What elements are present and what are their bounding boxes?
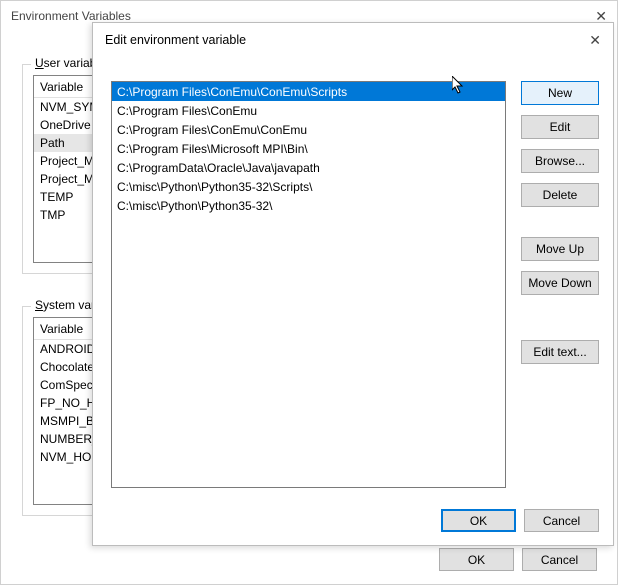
side-buttons: New Edit Browse... Delete Move Up Move D… [521,81,599,364]
browse-button[interactable]: Browse... [521,149,599,173]
list-item[interactable]: C:\Program Files\ConEmu\ConEmu [112,120,505,139]
delete-button[interactable]: Delete [521,183,599,207]
path-entries-list[interactable]: C:\Program Files\ConEmu\ConEmu\ScriptsC:… [111,81,506,488]
list-item[interactable]: C:\ProgramData\Oracle\Java\javapath [112,158,505,177]
edit-environment-variable-dialog: Edit environment variable ✕ C:\Program F… [92,22,614,546]
edit-text-button[interactable]: Edit text... [521,340,599,364]
col-variable[interactable]: Variable [34,80,89,94]
front-title: Edit environment variable [105,33,246,47]
move-down-button[interactable]: Move Down [521,271,599,295]
edit-button[interactable]: Edit [521,115,599,139]
list-item[interactable]: C:\Program Files\Microsoft MPI\Bin\ [112,139,505,158]
list-item[interactable]: C:\Program Files\ConEmu\ConEmu\Scripts [112,82,505,101]
list-item[interactable]: C:\Program Files\ConEmu [112,101,505,120]
new-button[interactable]: New [521,81,599,105]
front-titlebar: Edit environment variable ✕ [93,23,613,57]
cancel-button[interactable]: Cancel [524,509,599,532]
col-variable[interactable]: Variable [34,322,89,336]
list-item[interactable]: C:\misc\Python\Python35-32\ [112,196,505,215]
move-up-button[interactable]: Move Up [521,237,599,261]
back-dialog-buttons: OK Cancel [439,548,597,571]
cancel-button[interactable]: Cancel [522,548,597,571]
close-icon[interactable]: ✕ [589,32,601,49]
list-item[interactable]: C:\misc\Python\Python35-32\Scripts\ [112,177,505,196]
ok-button[interactable]: OK [441,509,516,532]
ok-button[interactable]: OK [439,548,514,571]
back-title: Environment Variables [11,9,131,23]
front-dialog-buttons: OK Cancel [441,509,599,532]
